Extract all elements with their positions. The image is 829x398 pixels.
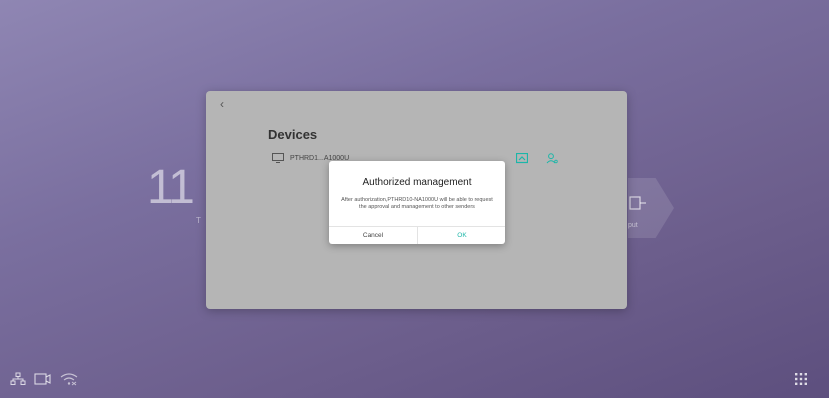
ok-button[interactable]: OK [418,227,506,244]
user-settings-icon[interactable] [546,153,558,164]
cancel-button[interactable]: Cancel [329,227,417,244]
dialog-title: Authorized management [362,177,472,188]
cast-screen-icon[interactable] [516,153,528,164]
wifi-off-icon[interactable] [60,372,78,386]
authorized-management-dialog: Authorized management After authorizatio… [329,161,505,244]
camera-icon[interactable] [34,372,52,386]
input-source-label: put [628,222,638,229]
dialog-message: After authorization,PTHRD10-NA1000U will… [341,197,493,210]
clock-date: T [196,216,201,225]
back-button[interactable]: ‹ [220,97,224,111]
clock-time: 11 [147,161,195,214]
input-source-icon [629,196,646,210]
panel-title: Devices [268,127,318,142]
monitor-icon [272,153,284,163]
apps-grid-icon[interactable] [794,372,808,386]
network-icon[interactable] [10,372,26,386]
status-bar [10,372,78,386]
